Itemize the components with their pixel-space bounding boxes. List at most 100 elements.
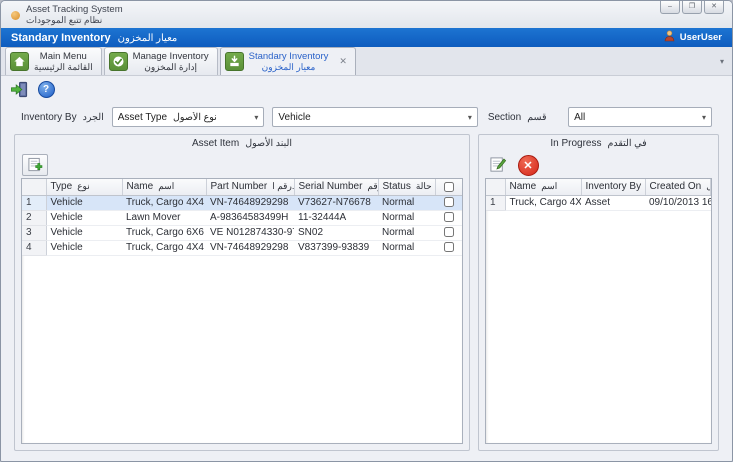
home-icon: [10, 52, 29, 71]
column-header-created-on[interactable]: Created Onتم ال...: [645, 179, 711, 195]
window-controls: – ❐ ✕: [660, 1, 724, 14]
asset-item-grid: TypeنوعNameاسمPart Numberرقم ا...Serial …: [22, 179, 462, 256]
delete-icon[interactable]: ✕: [516, 154, 540, 176]
row-checkbox[interactable]: [444, 242, 454, 252]
grid-cell[interactable]: A-98364583499H: [206, 210, 294, 225]
column-header-status[interactable]: Statusحالة: [378, 179, 435, 195]
grid-cell[interactable]: 11-32444A: [294, 210, 378, 225]
grid-cell[interactable]: VN-74648929298: [206, 240, 294, 255]
inventory-by-label: Inventory By الجرد: [21, 112, 104, 123]
grid-cell[interactable]: Lawn Mover: [122, 210, 206, 225]
row-number[interactable]: 3: [22, 225, 46, 240]
asset-type-select[interactable]: Vehicle ▾: [272, 107, 477, 127]
grid-row[interactable]: 1VehicleTruck, Cargo 4X4 1/...VN-7464892…: [22, 195, 462, 210]
username-label[interactable]: UserUser: [680, 32, 722, 43]
tab-label-arabic: إدارة المخزون: [144, 62, 197, 72]
edit-icon[interactable]: [486, 154, 510, 176]
window-title: Asset Tracking System: [26, 5, 123, 15]
row-number[interactable]: 2: [22, 210, 46, 225]
tab-label: Main Menu: [40, 52, 87, 62]
asset-item-grid-container: TypeنوعNameاسمPart Numberرقم ا...Serial …: [21, 178, 463, 444]
grid-cell[interactable]: Truck, Cargo 4X4 1/...: [122, 195, 206, 210]
grid-cell[interactable]: SN02: [294, 225, 378, 240]
grid-cell[interactable]: 09/10/2013 16:55: [645, 195, 711, 210]
grid-cell[interactable]: V837399-93839: [294, 240, 378, 255]
grid-row[interactable]: 4VehicleTruck, Cargo 4X4 1/...VN-7464892…: [22, 240, 462, 255]
in-progress-toolbar: ✕: [479, 152, 718, 178]
tab-label-arabic: معيار المخزون: [262, 62, 316, 72]
check-icon: [109, 52, 128, 71]
maximize-button[interactable]: ❐: [682, 1, 702, 14]
grid-cell[interactable]: Normal: [378, 210, 435, 225]
tab-standary-inventory[interactable]: Standary Inventory معيار المخزون ✕: [220, 47, 356, 75]
tab-strip: Main Menu القائمة الرئيسية Manage Invent…: [1, 47, 732, 76]
row-checkbox-cell: [435, 225, 462, 240]
inventory-by-select[interactable]: Asset Type نوع الأصول ▾: [112, 107, 265, 127]
section-select[interactable]: All ▾: [568, 107, 712, 127]
tab-close-icon[interactable]: ✕: [339, 56, 347, 67]
column-header-part-number[interactable]: Part Numberرقم ا...: [206, 179, 294, 195]
grid-cell[interactable]: Vehicle: [46, 225, 122, 240]
column-header-serial-number[interactable]: Serial Numberرقم...: [294, 179, 378, 195]
filter-row: Inventory By الجرد Asset Type نوع الأصول…: [1, 102, 732, 132]
minimize-button[interactable]: –: [660, 1, 680, 14]
inventory-icon: [225, 52, 244, 71]
grid-cell[interactable]: Vehicle: [46, 195, 122, 210]
help-icon[interactable]: ?: [36, 79, 56, 99]
tab-label-arabic: القائمة الرئيسية: [34, 62, 93, 72]
grid-cell[interactable]: V73627-N76678: [294, 195, 378, 210]
grid-row[interactable]: 3VehicleTruck, Cargo 6X6 5 ...VE N012874…: [22, 225, 462, 240]
row-number[interactable]: 1: [22, 195, 46, 210]
column-header-name[interactable]: Nameاسم: [505, 179, 581, 195]
tab-main-menu[interactable]: Main Menu القائمة الرئيسية: [5, 47, 102, 75]
row-indicator-header: [22, 179, 46, 195]
row-number[interactable]: 4: [22, 240, 46, 255]
grid-cell[interactable]: Normal: [378, 240, 435, 255]
column-header-type[interactable]: Typeنوع: [46, 179, 122, 195]
grid-row[interactable]: 2VehicleLawn MoverA-98364583499H11-32444…: [22, 210, 462, 225]
user-icon: [664, 29, 675, 47]
column-header-inventory-by[interactable]: Inventory Byالجرد: [581, 179, 645, 195]
grid-row[interactable]: 1Truck, Cargo 4X4 ...Asset09/10/2013 16:…: [486, 195, 711, 210]
tab-label: Manage Inventory: [133, 52, 209, 62]
grid-cell[interactable]: Vehicle: [46, 240, 122, 255]
in-progress-grid-container: NameاسمInventory ByالجردCreated Onتم ال.…: [485, 178, 712, 444]
exit-icon[interactable]: [9, 79, 29, 99]
window-title-arabic: نظام تتبع الموجودات: [26, 15, 123, 25]
asset-item-panel-title: Asset Item البند الأصول: [15, 135, 469, 152]
tab-manage-inventory[interactable]: Manage Inventory إدارة المخزون: [104, 47, 218, 75]
grid-cell[interactable]: Normal: [378, 195, 435, 210]
close-button[interactable]: ✕: [704, 1, 724, 14]
tab-label: Standary Inventory: [249, 52, 329, 62]
asset-item-panel: Asset Item البند الأصول TypeنوعNameاسمPa…: [14, 134, 470, 451]
app-icon: [11, 11, 20, 20]
tab-overflow-icon[interactable]: ▾: [720, 57, 724, 66]
grid-cell[interactable]: Normal: [378, 225, 435, 240]
row-number[interactable]: 1: [486, 195, 505, 210]
grid-cell[interactable]: Truck, Cargo 6X6 5 ...: [122, 225, 206, 240]
add-asset-button[interactable]: [22, 154, 48, 176]
row-checkbox-cell: [435, 240, 462, 255]
grid-cell[interactable]: Vehicle: [46, 210, 122, 225]
grid-cell[interactable]: Truck, Cargo 4X4 ...: [505, 195, 581, 210]
in-progress-panel: In Progress في التقدم ✕ NameاسمInventory…: [478, 134, 719, 451]
section-label: Section قسم: [488, 112, 560, 123]
column-header-name[interactable]: Nameاسم: [122, 179, 206, 195]
titlebar[interactable]: Asset Tracking System نظام تتبع الموجودا…: [1, 1, 732, 28]
row-checkbox[interactable]: [444, 197, 454, 207]
row-checkbox[interactable]: [444, 227, 454, 237]
page-title: Standary Inventory: [11, 32, 111, 44]
select-all-checkbox[interactable]: [444, 182, 454, 192]
row-checkbox[interactable]: [444, 212, 454, 222]
app-header-bar: Standary Inventory معيار المخزون UserUse…: [1, 28, 732, 47]
grid-cell[interactable]: Asset: [581, 195, 645, 210]
row-checkbox-cell: [435, 195, 462, 210]
grid-header-row: TypeنوعNameاسمPart Numberرقم ا...Serial …: [22, 179, 462, 195]
page-title-arabic: معيار المخزون: [118, 33, 178, 44]
grid-cell[interactable]: VN-74648929298: [206, 195, 294, 210]
content-area: Asset Item البند الأصول TypeنوعNameاسمPa…: [1, 132, 732, 461]
grid-cell[interactable]: VE N012874330-9722: [206, 225, 294, 240]
grid-cell[interactable]: Truck, Cargo 4X4 1/...: [122, 240, 206, 255]
row-indicator-header: [486, 179, 505, 195]
in-progress-panel-title: In Progress في التقدم: [479, 135, 718, 152]
